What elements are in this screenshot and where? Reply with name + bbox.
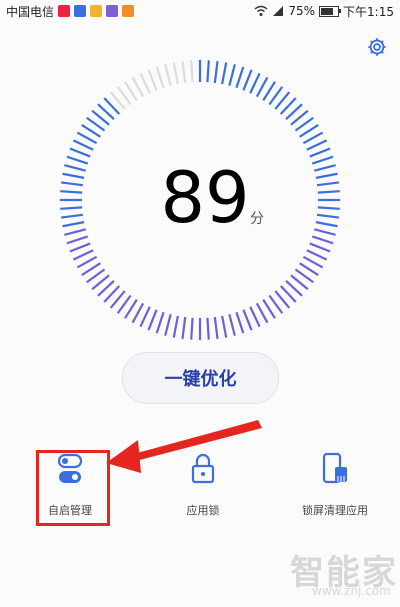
gauge-tick xyxy=(317,190,340,194)
gauge-tick xyxy=(69,242,91,253)
gauge-tick xyxy=(155,311,165,334)
tool-app-lock[interactable]: 应用锁 xyxy=(148,452,258,518)
tool-lock-screen-cleanup[interactable]: 锁屏清理应用 xyxy=(280,452,390,518)
gauge-tick xyxy=(309,147,331,158)
gauge-tick xyxy=(64,228,86,236)
gauge-tick xyxy=(235,66,245,89)
gauge-tick xyxy=(190,60,194,83)
gauge-tick xyxy=(316,181,340,187)
gauge-tick xyxy=(60,213,84,219)
phone-clean-icon xyxy=(322,452,347,484)
gauge-tick xyxy=(131,76,145,98)
gauge-tick xyxy=(206,317,210,340)
gauge-tick xyxy=(181,60,187,84)
gauge-tick xyxy=(172,315,179,338)
lock-icon xyxy=(191,453,215,484)
gauge-tick xyxy=(147,69,158,91)
gauge-tick xyxy=(60,190,83,194)
gauge-tick xyxy=(72,139,94,151)
gauge-tick xyxy=(311,155,334,165)
gauge-tick xyxy=(62,172,85,179)
gauge-tick xyxy=(309,242,331,253)
gauge-tick xyxy=(228,64,236,86)
gauge-tick xyxy=(181,316,187,340)
gauge-tick xyxy=(221,62,228,85)
gauge-tick xyxy=(64,164,86,172)
gauge-tick xyxy=(139,306,151,328)
tool-label: 锁屏清理应用 xyxy=(302,504,368,517)
gauge-tick xyxy=(72,249,94,261)
gauge-tick xyxy=(302,255,324,269)
gauge-tick xyxy=(60,206,83,210)
gauge-tick xyxy=(206,60,210,83)
gauge-tick xyxy=(315,172,338,179)
gauge-tick xyxy=(76,255,98,269)
gauge-tick xyxy=(213,60,219,84)
gauge-tick xyxy=(69,147,91,158)
gauge-tick xyxy=(172,62,179,85)
gauge-tick xyxy=(255,76,269,98)
gauge-tick xyxy=(131,302,145,324)
gauge-tick xyxy=(315,221,338,228)
gauge-tick xyxy=(314,228,336,236)
gauge-tick xyxy=(66,235,89,245)
gauge-tick xyxy=(242,309,253,331)
watermark-url: www.znj.com xyxy=(312,584,391,598)
gauge-tick xyxy=(147,309,158,331)
one-click-optimize-button[interactable]: 一键优化 xyxy=(122,352,279,404)
gauge-tick xyxy=(164,64,172,86)
gauge-tick xyxy=(190,317,194,340)
gauge-tick xyxy=(164,314,172,336)
gauge-tick xyxy=(60,181,84,187)
gauge-tick xyxy=(316,213,340,219)
gauge-tick xyxy=(213,316,219,340)
gauge-tick xyxy=(302,131,324,145)
gauge-tick xyxy=(306,139,328,151)
gauge-tick xyxy=(221,315,228,338)
gauge-tick xyxy=(139,72,151,94)
gauge-tick xyxy=(306,249,328,261)
gauge-tick xyxy=(242,69,253,91)
highlight-box xyxy=(36,450,110,526)
score-unit: 分 xyxy=(250,211,264,227)
gauge-tick xyxy=(255,302,269,324)
gauge-tick xyxy=(66,155,89,165)
gauge-tick xyxy=(76,131,98,145)
tool-label: 应用锁 xyxy=(186,504,220,517)
gauge-tick xyxy=(317,206,340,210)
gauge-tick xyxy=(62,221,85,228)
gauge-tick xyxy=(155,66,165,89)
gauge-tick xyxy=(228,314,236,336)
gauge-tick xyxy=(249,72,261,94)
gauge-tick xyxy=(311,235,334,245)
gauge-tick xyxy=(314,164,336,172)
score-value: 89 xyxy=(160,157,250,239)
gauge-tick xyxy=(235,311,245,334)
gauge-tick xyxy=(249,306,261,328)
